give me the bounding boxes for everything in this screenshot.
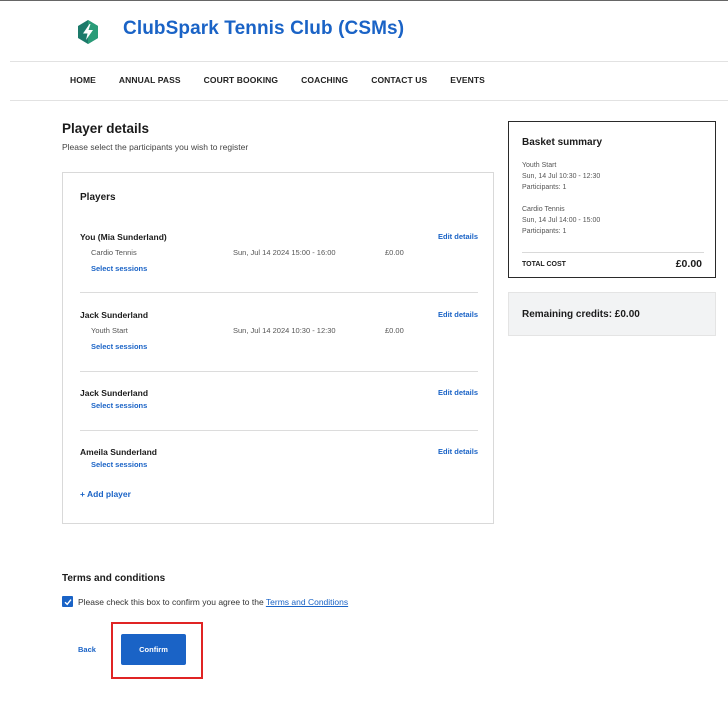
terms-text: Please check this box to confirm you agr…	[78, 597, 348, 607]
edit-details-link[interactable]: Edit details	[438, 388, 478, 397]
main-nav: HOME ANNUAL PASS COURT BOOKING COACHING …	[70, 75, 508, 89]
terms-text-prefix: Please check this box to confirm you agr…	[78, 597, 266, 607]
player-divider	[80, 292, 478, 293]
session-row: Youth Start Sun, Jul 14 2024 10:30 - 12:…	[80, 326, 478, 336]
player-name: Jack Sunderland	[80, 310, 149, 320]
total-cost-label: TOTAL COST	[522, 261, 566, 268]
edit-details-link[interactable]: Edit details	[438, 232, 478, 241]
basket-divider	[522, 252, 704, 253]
session-price: £0.00	[385, 248, 404, 257]
basket-title: Basket summary	[522, 137, 603, 148]
nav-events[interactable]: EVENTS	[450, 75, 485, 89]
player-divider	[80, 371, 478, 372]
basket-item-name: Cardio Tennis	[522, 206, 565, 213]
confirm-button[interactable]: Confirm	[121, 634, 186, 665]
session-date: Sun, Jul 14 2024 15:00 - 16:00	[233, 248, 336, 257]
player-name: Jack Sunderland	[80, 388, 149, 398]
select-sessions-link[interactable]: Select sessions	[91, 264, 147, 273]
session-date: Sun, Jul 14 2024 10:30 - 12:30	[233, 326, 336, 335]
basket-item-name: Youth Start	[522, 162, 557, 169]
back-link[interactable]: Back	[78, 645, 96, 654]
checkmark-icon	[64, 598, 72, 605]
header-divider	[10, 61, 728, 62]
nav-divider	[10, 100, 728, 101]
total-cost-value: £0.00	[675, 258, 702, 270]
session-name: Youth Start	[91, 326, 128, 335]
basket-item-when: Sun, 14 Jul 14:00 - 15:00	[522, 217, 601, 224]
select-sessions-link[interactable]: Select sessions	[91, 460, 147, 469]
remaining-credits-text: Remaining credits: £0.00	[522, 309, 640, 320]
session-price: £0.00	[385, 326, 404, 335]
page-subtitle: Please select the participants you wish …	[62, 142, 249, 152]
nav-coaching[interactable]: COACHING	[301, 75, 348, 89]
terms-title: Terms and conditions	[62, 573, 166, 584]
players-heading: Players	[80, 192, 116, 203]
nav-home[interactable]: HOME	[70, 75, 96, 89]
clubspark-logo-icon[interactable]	[77, 20, 99, 44]
remaining-credits-box: Remaining credits: £0.00	[508, 292, 716, 336]
nav-contact-us[interactable]: CONTACT US	[371, 75, 427, 89]
nav-court-booking[interactable]: COURT BOOKING	[204, 75, 279, 89]
session-row: Cardio Tennis Sun, Jul 14 2024 15:00 - 1…	[80, 248, 478, 258]
basket-item-when: Sun, 14 Jul 10:30 - 12:30	[522, 173, 601, 180]
session-name: Cardio Tennis	[91, 248, 137, 257]
player-name: You (Mia Sunderland)	[80, 232, 167, 242]
site-header: ClubSpark Tennis Club (CSMs)	[0, 0, 728, 60]
page-title: Player details	[62, 121, 150, 136]
terms-checkbox[interactable]	[62, 596, 73, 607]
add-player-link[interactable]: + Add player	[80, 489, 131, 499]
club-title[interactable]: ClubSpark Tennis Club (CSMs)	[123, 18, 404, 40]
player-divider	[80, 430, 478, 431]
players-card: Players You (Mia Sunderland) Edit detail…	[62, 172, 494, 524]
basket-item-participants: Participants: 1	[522, 228, 567, 235]
edit-details-link[interactable]: Edit details	[438, 447, 478, 456]
select-sessions-link[interactable]: Select sessions	[91, 342, 147, 351]
nav-annual-pass[interactable]: ANNUAL PASS	[119, 75, 181, 89]
basket-summary: Basket summary Youth Start Sun, 14 Jul 1…	[508, 121, 716, 278]
terms-link[interactable]: Terms and Conditions	[266, 597, 348, 607]
select-sessions-link[interactable]: Select sessions	[91, 401, 147, 410]
player-name: Ameila Sunderland	[80, 447, 157, 457]
basket-item-participants: Participants: 1	[522, 184, 567, 191]
edit-details-link[interactable]: Edit details	[438, 310, 478, 319]
